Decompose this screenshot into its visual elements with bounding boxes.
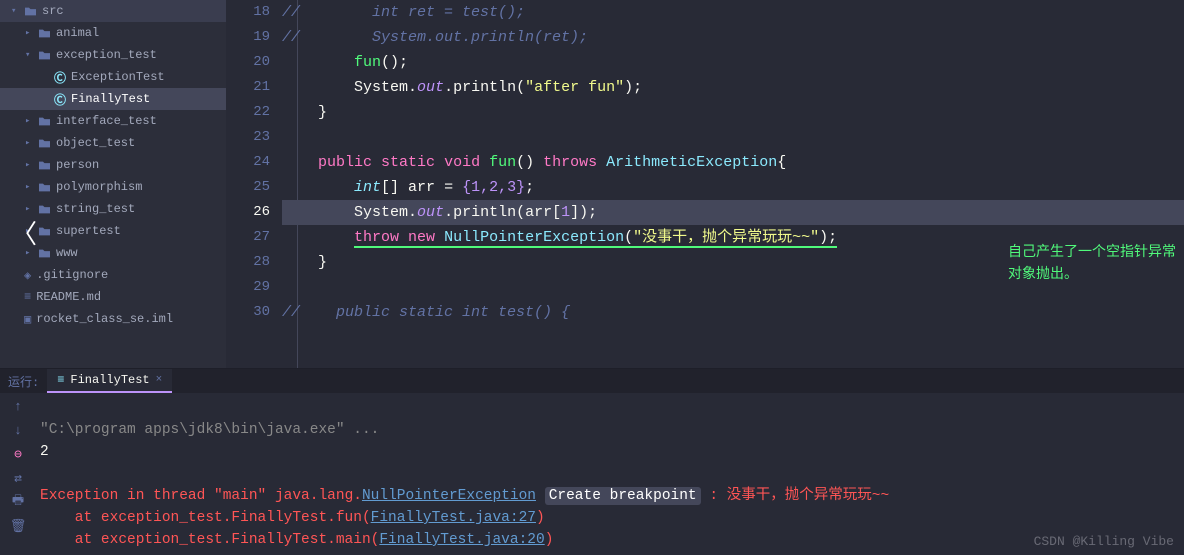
tree-label: rocket_class_se.iml [36,312,173,326]
chevron-right-icon: ▸ [25,138,35,148]
folder-icon [24,6,37,17]
console-output[interactable]: "C:\program apps\jdk8\bin\java.exe" ... … [36,393,1184,555]
iml-icon: ▣ [24,312,31,327]
tree-label: FinallyTest [71,92,150,106]
tree-file-readme[interactable]: ≡ README.md [0,286,226,308]
code-line[interactable]: int[] arr = {1,2,3}; [282,175,1184,200]
chevron-right-icon: ▸ [25,160,35,170]
tree-folder-interface-test[interactable]: ▸ interface_test [0,110,226,132]
run-tab-title: FinallyTest [70,373,149,387]
console-cmd: "C:\program apps\jdk8\bin\java.exe" ... [40,422,379,438]
chevron-right-icon: ▸ [25,28,35,38]
folder-icon [38,248,51,259]
folder-icon [38,138,51,149]
code-line[interactable]: fun(); [282,50,1184,75]
tree-label: interface_test [56,114,157,128]
source-link[interactable]: FinallyTest.java:27 [371,510,536,526]
class-icon: Ⓒ [54,91,66,108]
tree-label: polymorphism [56,180,142,194]
tree-folder-object-test[interactable]: ▸ object_test [0,132,226,154]
tree-label: README.md [36,290,101,304]
source-link[interactable]: FinallyTest.java:20 [379,532,544,548]
tree-label: exception_test [56,48,157,62]
chevron-right-icon: ▸ [25,182,35,192]
tree-file-finally-test[interactable]: Ⓒ FinallyTest [0,88,226,110]
console-error: Exception in thread "main" java.lang.Nul… [40,488,536,504]
folder-icon [38,226,51,237]
stack-trace-line: at exception_test.FinallyTest.main(Final… [40,532,553,548]
tree-label: animal [56,26,99,40]
watermark: CSDN @Killing Vibe [1034,534,1174,549]
gitignore-icon: ◈ [24,268,31,283]
tree-label: .gitignore [36,268,108,282]
tree-file-iml[interactable]: ▣ rocket_class_se.iml [0,308,226,330]
stack-trace-line: at exception_test.FinallyTest.fun(Finall… [40,510,545,526]
code-line-active[interactable]: System.out.println(arr[1]); [282,200,1184,225]
tree-file-gitignore[interactable]: ◈ .gitignore [0,264,226,286]
code-line[interactable]: // System.out.println(ret); [282,25,1184,50]
rerun-button[interactable]: ↑ [7,397,29,415]
tree-label: string_test [56,202,135,216]
collapse-button[interactable]: ↓ [7,421,29,439]
tree-label: www [56,246,78,260]
tree-folder-src[interactable]: ▾ src [0,0,226,22]
run-tab-bar: 运行: ≡ FinallyTest × [0,369,1184,393]
code-editor[interactable]: 18 19 20 21 22 23 24 25 26 27 28 29 30 /… [226,0,1184,368]
run-panel: 运行: ≡ FinallyTest × ↑ ↓ ⊖ ⇄ 🖶 🗑 "C:\prog… [0,368,1184,555]
markdown-icon: ≡ [24,290,31,304]
exception-message: : 没事干，抛个异常玩玩~~ [701,488,890,504]
code-line[interactable]: } [282,100,1184,125]
trash-button[interactable]: 🗑 [7,517,29,535]
console-line: 2 [40,444,49,460]
tree-folder-animal[interactable]: ▸ animal [0,22,226,44]
code-line[interactable]: public static void fun() throws Arithmet… [282,150,1184,175]
project-tree: ▾ src ▸ animal ▾ exception_test Ⓒ Except… [0,0,226,368]
code-line[interactable]: System.out.println("after fun"); [282,75,1184,100]
folder-icon [38,204,51,215]
exception-link[interactable]: NullPointerException [362,488,536,504]
tree-label: ExceptionTest [71,70,165,84]
folder-icon [38,28,51,39]
create-breakpoint-button[interactable]: Create breakpoint [545,487,701,505]
run-toolbar: ↑ ↓ ⊖ ⇄ 🖶 🗑 [0,393,36,555]
back-arrow-icon[interactable]: 〈 [11,214,37,251]
tree-label: src [42,4,64,18]
tree-label: object_test [56,136,135,150]
tree-folder-polymorphism[interactable]: ▸ polymorphism [0,176,226,198]
folder-icon [38,160,51,171]
print-button[interactable]: 🖶 [7,493,29,511]
run-tab-active[interactable]: ≡ FinallyTest × [47,369,172,393]
tree-folder-person[interactable]: ▸ person [0,154,226,176]
chevron-down-icon: ▾ [11,6,21,16]
tree-file-exception-test[interactable]: Ⓒ ExceptionTest [0,66,226,88]
folder-icon [38,116,51,127]
chevron-right-icon: ▸ [25,116,35,126]
code-line[interactable]: // int ret = test(); [282,0,1184,25]
chevron-down-icon: ▾ [25,50,35,60]
class-icon: ≡ [57,373,64,387]
class-icon: Ⓒ [54,69,66,86]
tree-label: supertest [56,224,121,238]
folder-icon [38,182,51,193]
code-area[interactable]: // int ret = test(); // System.out.print… [282,0,1184,368]
code-line[interactable] [282,125,1184,150]
close-icon[interactable]: × [156,374,163,386]
inline-annotation: 自己产生了一个空指针异常对象抛出。 [1008,242,1176,286]
soft-wrap-button[interactable]: ⇄ [7,469,29,487]
chevron-right-icon: ▸ [25,204,35,214]
tree-folder-exception-test[interactable]: ▾ exception_test [0,44,226,66]
run-label: 运行: [0,373,47,390]
tree-label: person [56,158,99,172]
folder-icon [38,50,51,61]
line-gutter: 18 19 20 21 22 23 24 25 26 27 28 29 30 [226,0,282,368]
stop-button[interactable]: ⊖ [7,445,29,463]
code-line[interactable]: // public static int test() { [282,300,1184,325]
